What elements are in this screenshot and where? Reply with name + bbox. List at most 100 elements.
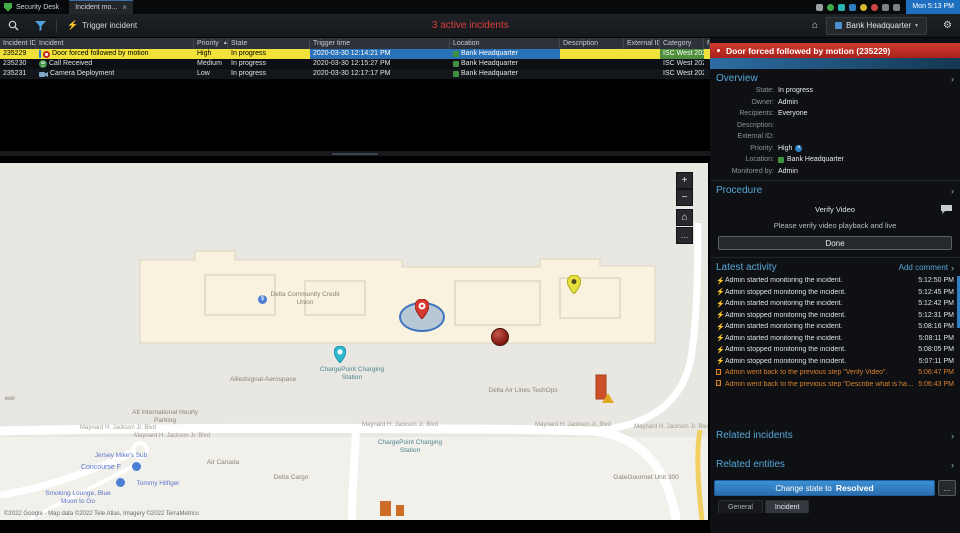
incident-icon bbox=[715, 47, 722, 54]
activity-time: 5:08:16 PM bbox=[918, 323, 954, 331]
home-button[interactable]: ⌂ bbox=[804, 20, 826, 31]
col-description[interactable]: Description bbox=[560, 38, 624, 49]
tray-icon[interactable] bbox=[816, 3, 824, 11]
col-priority[interactable]: Priority ▲ bbox=[194, 38, 228, 49]
door-forced-incident-icon bbox=[43, 50, 50, 58]
map-label-delta-techops: Delta Air Lines TechOps bbox=[488, 387, 558, 394]
procedure-step-label: Verify Video bbox=[815, 205, 855, 214]
network-icon[interactable] bbox=[882, 3, 890, 11]
incident-marker-cluster[interactable] bbox=[491, 328, 509, 346]
settings-button[interactable]: ⚙ bbox=[935, 20, 960, 31]
location-icon bbox=[453, 51, 459, 57]
pin-yellow[interactable] bbox=[567, 275, 581, 294]
clear-priority-icon[interactable]: × bbox=[795, 144, 803, 152]
road-label: Maynard H. Jackson Jr. Blvd bbox=[534, 422, 612, 428]
map-view[interactable]: Delta Community Credit Union $ ChargePoi… bbox=[0, 163, 708, 520]
add-comment-label: Add comment bbox=[898, 263, 948, 272]
lightning-icon: ⚡ bbox=[716, 277, 725, 285]
map-label-chargepoint-2: ChargePoint Charging Station bbox=[377, 439, 443, 454]
pane-splitter[interactable] bbox=[0, 150, 710, 157]
concourse-poi-icon bbox=[132, 462, 141, 471]
cell-state: In progress bbox=[231, 50, 267, 57]
comment-icon[interactable] bbox=[941, 205, 952, 214]
table-row-selected[interactable]: 235229 Door forced followed by motion Hi… bbox=[0, 49, 710, 59]
overview-header[interactable]: Overview › bbox=[716, 72, 954, 85]
building-icon bbox=[835, 22, 843, 29]
tab-label: Incident mo... bbox=[75, 4, 118, 11]
cell-incident: Call Received bbox=[36, 59, 194, 69]
done-button[interactable]: Done bbox=[718, 236, 952, 250]
map-more-button[interactable]: … bbox=[676, 227, 693, 244]
sort-asc-icon: ▲ bbox=[222, 40, 228, 46]
activity-item: ⚡ Admin stopped monitoring the incident. 5… bbox=[716, 344, 954, 356]
tray-icon[interactable] bbox=[827, 3, 835, 11]
related-incidents-header[interactable]: Related incidents › bbox=[716, 429, 954, 442]
trigger-incident-button[interactable]: ⚡ Trigger incident bbox=[59, 14, 145, 37]
related-entities-header[interactable]: Related entities › bbox=[716, 458, 954, 471]
tab-incident[interactable]: Incident bbox=[764, 500, 810, 513]
clock[interactable]: Mon 5:13 PM bbox=[906, 0, 960, 14]
incident-pin-red[interactable] bbox=[415, 299, 429, 319]
map-label-alliedsignal: Alliedsignal-Aerospace bbox=[229, 376, 297, 383]
col-incident[interactable]: Incident bbox=[36, 38, 194, 49]
procedure-header[interactable]: Procedure › bbox=[716, 184, 954, 197]
volume-icon[interactable] bbox=[893, 3, 901, 11]
table-row[interactable]: 235231 Camera Deployment Low In progress… bbox=[0, 69, 710, 79]
tray-icon[interactable] bbox=[838, 3, 846, 11]
search-icon bbox=[8, 20, 19, 31]
close-tab-icon[interactable]: × bbox=[122, 3, 127, 12]
chevron-right-icon: › bbox=[951, 430, 954, 441]
incident-table-header[interactable]: Incident ID Incident Priority ▲ State Tri… bbox=[0, 38, 710, 49]
area-selector-dropdown[interactable]: Bank Headquarter ▾ bbox=[826, 16, 928, 35]
col-location[interactable]: Location bbox=[450, 38, 560, 49]
col-incident-id[interactable]: Incident ID bbox=[0, 38, 36, 49]
activity-list[interactable]: ⚡ Admin started monitoring the incident. 5… bbox=[716, 275, 954, 387]
procedure-header-label: Procedure bbox=[716, 185, 763, 196]
col-state[interactable]: State bbox=[228, 38, 310, 49]
table-row[interactable]: 235230 Call Received Medium In progress … bbox=[0, 59, 710, 69]
incident-name: Camera Deployment bbox=[50, 70, 115, 77]
zoom-out-button[interactable]: − bbox=[676, 189, 693, 206]
filter-button[interactable] bbox=[27, 14, 54, 37]
tray-icon[interactable] bbox=[871, 3, 879, 11]
map-label-tommy-hilfiger: Tommy Hilfiger bbox=[136, 480, 180, 487]
tray-icon[interactable] bbox=[849, 3, 857, 11]
tab-incident-monitoring[interactable]: Incident mo... × bbox=[69, 0, 133, 14]
zoom-in-button[interactable]: + bbox=[676, 172, 693, 189]
location-icon bbox=[778, 156, 784, 163]
monitored-by-value: Admin bbox=[778, 167, 798, 175]
incident-name: Door forced followed by motion bbox=[52, 50, 149, 57]
map-home-button[interactable]: ⌂ bbox=[676, 209, 693, 226]
change-state-more-button[interactable]: ... bbox=[938, 480, 956, 496]
cell-trigger-time: 2020-03-30 12:14:21 PM bbox=[310, 49, 450, 59]
search-button[interactable] bbox=[0, 14, 27, 37]
cell-location: Bank Headquarter bbox=[450, 69, 560, 79]
cell-priority: Medium bbox=[197, 60, 222, 67]
tab-general[interactable]: General bbox=[718, 500, 763, 513]
cell-external-id bbox=[624, 49, 660, 59]
splitter-handle[interactable] bbox=[332, 153, 378, 155]
owner-label: Owner: bbox=[751, 98, 774, 106]
change-state-row: Change state to Resolved ... bbox=[710, 480, 960, 496]
cell-trigger-time: 2020-03-30 12:15:27 PM bbox=[313, 60, 391, 67]
camera-pin-cyan[interactable] bbox=[334, 346, 346, 363]
latest-activity-section: Latest activity Add comment › ⚡ Admin sta… bbox=[710, 257, 960, 390]
cell-state: In progress bbox=[231, 70, 267, 77]
camera-incident-icon bbox=[39, 71, 48, 77]
panel-spacer bbox=[710, 445, 960, 455]
col-external-id[interactable]: External ID bbox=[624, 38, 660, 49]
related-incidents-label: Related incidents bbox=[716, 430, 793, 441]
add-comment-link[interactable]: Add comment › bbox=[899, 263, 954, 273]
app-title: Security Desk bbox=[16, 3, 60, 11]
tray-icon[interactable] bbox=[860, 3, 868, 11]
col-category[interactable]: Category bbox=[660, 38, 704, 49]
procedure-instruction: Please verify video playback and live bbox=[773, 221, 897, 230]
col-trigger-time[interactable]: Trigger time bbox=[310, 38, 450, 49]
activity-item-step-back: Admin went back to the previous step "De… bbox=[716, 379, 954, 387]
cell-description bbox=[560, 59, 624, 69]
incident-title-bar: Door forced followed by motion (235229) bbox=[710, 43, 960, 58]
chevron-down-icon: ▾ bbox=[915, 23, 919, 29]
latest-activity-header[interactable]: Latest activity Add comment › bbox=[716, 261, 954, 274]
lightning-icon: ⚡ bbox=[716, 289, 725, 297]
change-state-button[interactable]: Change state to Resolved bbox=[714, 480, 935, 496]
